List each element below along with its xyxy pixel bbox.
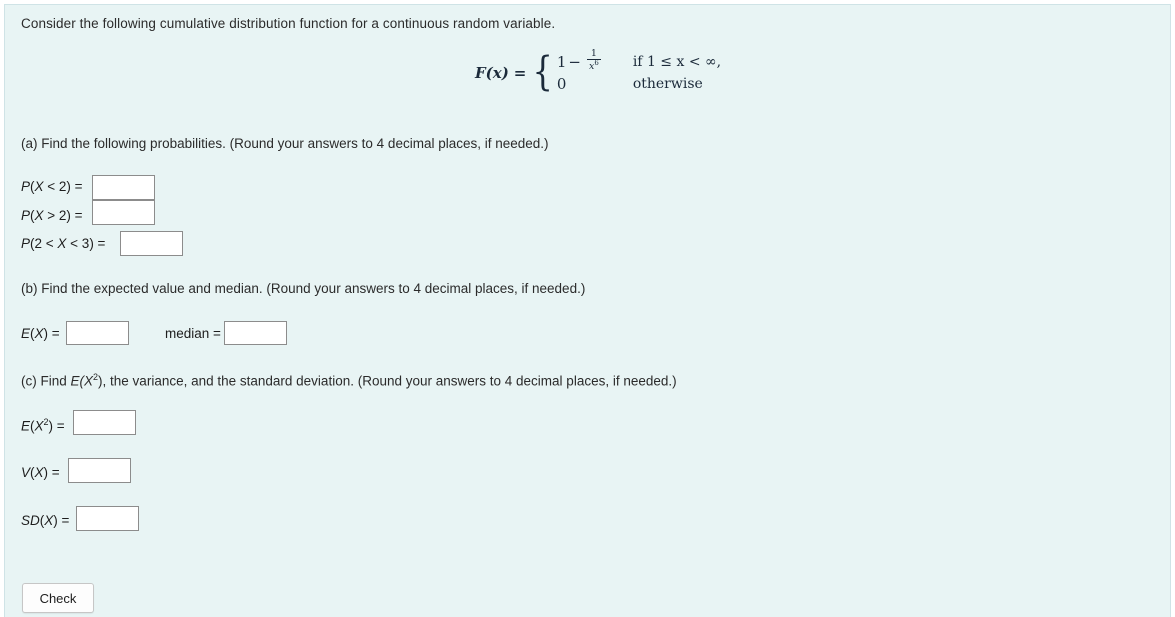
input-p-x-gt-2[interactable]: [92, 200, 155, 225]
formula-case-2-condition: otherwise: [632, 76, 703, 92]
formula-case-1-expression: 1 − 1 x6: [556, 48, 633, 73]
label-variance: V(X) =: [21, 465, 60, 480]
exercise-panel: Consider the following cumulative distri…: [4, 4, 1171, 617]
section-c-heading: (c) Find E(X2), the variance, and the st…: [21, 372, 677, 389]
label-p-x-lt-2: P(X < 2) =: [21, 179, 83, 194]
denominator-exponent: 6: [594, 59, 599, 68]
label-median: median =: [165, 326, 221, 341]
problem-statement: Consider the following cumulative distri…: [21, 16, 556, 31]
label-p-x-gt-2: P(X > 2) =: [21, 208, 83, 223]
label-expected-value: E(X) =: [21, 326, 60, 341]
formula-case-2: 0 otherwise: [557, 73, 721, 95]
formula-equals: =: [513, 64, 527, 82]
formula-case-1: 1 − 1 x6 if 1 ≤ x < ∞,: [556, 48, 722, 73]
section-c-heading-post: ), the variance, and the standard deviat…: [98, 373, 677, 389]
section-c-heading-pre: (c) Find: [21, 373, 71, 389]
section-b-heading: (b) Find the expected value and median. …: [21, 281, 586, 296]
input-standard-deviation[interactable]: [76, 506, 139, 531]
input-expected-value[interactable]: [66, 321, 129, 345]
cdf-formula: F(x) = { 1 − 1 x6 if 1 ≤ x < ∞, 0 otherw…: [475, 48, 722, 95]
input-e-x-squared[interactable]: [73, 410, 136, 435]
label-e-x-squared: E(X2) =: [21, 417, 65, 434]
input-p-2-lt-x-lt-3[interactable]: [120, 231, 183, 256]
formula-cases: 1 − 1 x6 if 1 ≤ x < ∞, 0 otherwise: [556, 48, 722, 95]
section-a-heading: (a) Find the following probabilities. (R…: [21, 136, 549, 151]
label-p-2-lt-x-lt-3: P(2 < X < 3) =: [21, 236, 106, 251]
input-median[interactable]: [224, 321, 287, 345]
input-p-x-lt-2[interactable]: [92, 175, 155, 200]
piecewise-brace-icon: {: [532, 49, 554, 95]
input-variance[interactable]: [68, 458, 131, 483]
check-button[interactable]: Check: [22, 583, 94, 613]
case-1-lead: 1: [556, 53, 567, 71]
formula-lhs: F(x): [475, 64, 509, 82]
formula-case-2-expression: 0: [556, 75, 567, 93]
section-c-heading-ex2: E(X: [70, 373, 94, 389]
label-standard-deviation: SD(X) =: [21, 513, 70, 528]
fraction-numerator: 1: [590, 48, 597, 60]
case-1-minus: −: [568, 53, 581, 71]
fraction-denominator: x6: [586, 59, 601, 72]
reciprocal-fraction: 1 x6: [586, 48, 601, 72]
formula-case-1-condition: if 1 ≤ x < ∞,: [632, 54, 722, 70]
